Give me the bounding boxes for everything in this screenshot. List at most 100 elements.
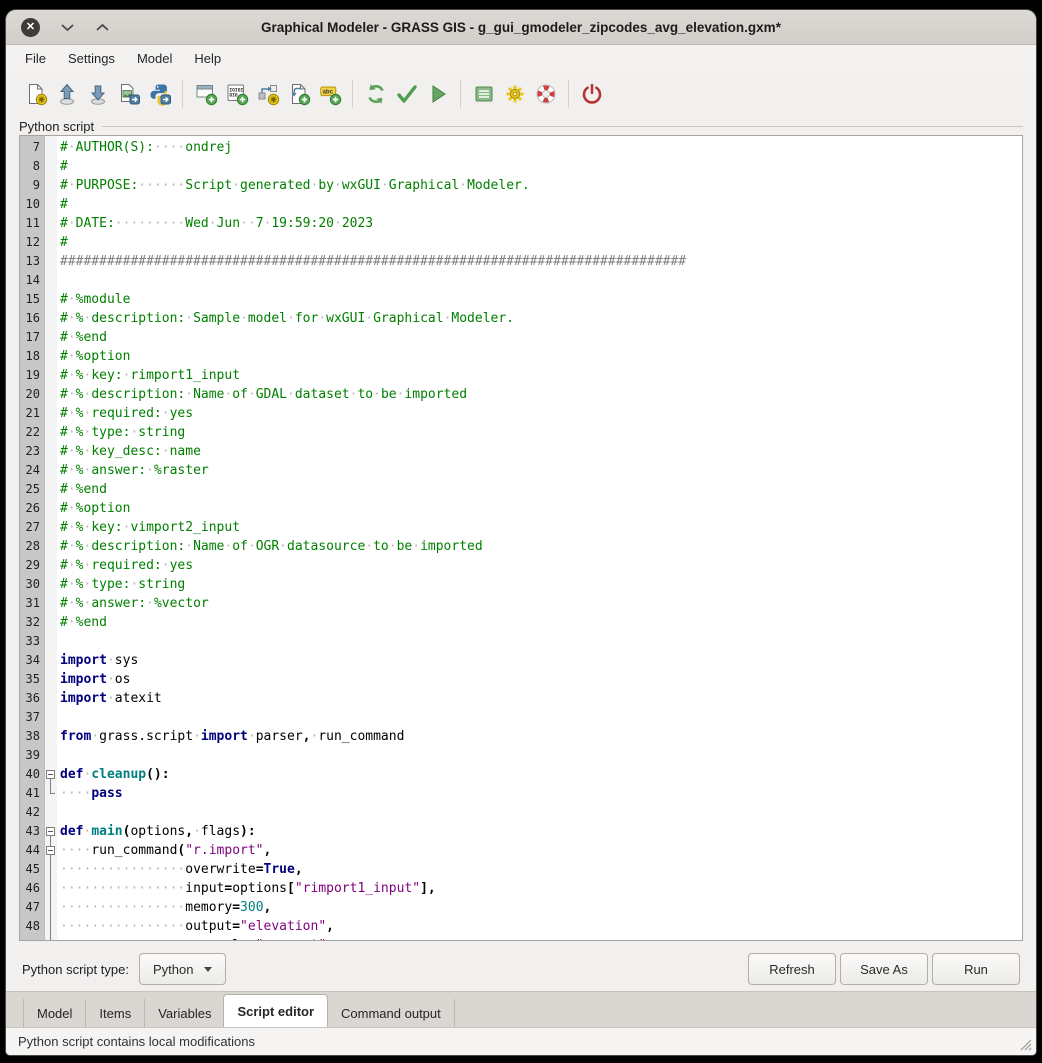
menu-file[interactable]: File [14,47,57,70]
run-button[interactable]: Run [932,953,1020,985]
notebook-tabs: ModelItemsVariablesScript editorCommand … [6,991,1036,1027]
code-text[interactable] [57,271,60,290]
code-text[interactable]: #·%module [57,290,130,309]
add-loop-button[interactable] [283,79,314,110]
fold-margin [44,347,57,366]
chevron-down-icon [60,23,75,32]
code-text[interactable] [57,803,60,822]
script-editor[interactable]: 7#·AUTHOR(S):····ondrej8#9#·PURPOSE:····… [19,135,1023,941]
tab-variables[interactable]: Variables [144,999,224,1027]
line-number: 36 [20,689,44,708]
code-row: 17 #·%end [20,328,1022,347]
code-row: 15#·%module [20,290,1022,309]
code-text[interactable]: #·%·type:·string [57,423,185,442]
validate-button[interactable] [391,79,422,110]
code-text[interactable]: #·%option [57,347,130,366]
menu-model[interactable]: Model [126,47,183,70]
code-text[interactable]: ················output="elevation", [57,917,334,936]
code-text[interactable]: # [57,157,68,176]
code-row: 33 [20,632,1022,651]
code-text[interactable]: #·%·answer:·%vector [57,594,209,613]
code-text[interactable]: #·%·key:·vimport2_input [57,518,240,537]
code-text[interactable]: #·%·description:·Sample·model·for·wxGUI·… [57,309,514,328]
tab-items[interactable]: Items [85,999,144,1027]
code-text[interactable]: import·atexit [57,689,162,708]
fold-margin [44,594,57,613]
line-number: 35 [20,670,44,689]
code-text[interactable]: ····pass [57,784,123,803]
code-text[interactable]: #·%·key_desc:·name [57,442,201,461]
toolbar: IOIOIOIO abc [6,71,1036,117]
code-text[interactable]: import·os [57,670,130,689]
code-text[interactable]: #·%·required:·yes [57,556,193,575]
code-text[interactable]: #·%·description:·Name·of·OGR·datasource·… [57,537,483,556]
code-text[interactable]: # [57,195,68,214]
maximize-button[interactable] [95,23,110,32]
settings-button[interactable] [499,79,530,110]
code-text[interactable]: def·cleanup(): [57,765,170,784]
code-text[interactable]: def·main(options,·flags): [57,822,256,841]
code-text[interactable]: import·sys [57,651,138,670]
code-text[interactable]: #·%end [57,613,107,632]
code-text[interactable]: #·PURPOSE:······Script·generated·by·wxGU… [57,176,530,195]
add-data-button[interactable]: IOIOIOIO [221,79,252,110]
help-button[interactable] [530,79,561,110]
redraw-button[interactable] [360,79,391,110]
new-model-button[interactable] [20,79,51,110]
code-text[interactable]: ················overwrite=True, [57,860,303,879]
code-text[interactable]: #·DATE:·········Wed·Jun··7·19:59:20·2023 [57,214,373,233]
resize-grip[interactable] [1018,1037,1033,1052]
code-text[interactable]: ················resample="nearest" [57,936,326,941]
code-text[interactable] [57,632,60,651]
code-text[interactable]: #·%·answer:·%raster [57,461,209,480]
line-number: 13 [20,252,44,271]
code-text[interactable]: ················memory=300, [57,898,271,917]
menu-settings[interactable]: Settings [57,47,126,70]
fold-toggle-icon[interactable] [46,827,55,836]
add-comment-button[interactable]: abc [314,79,345,110]
refresh-button[interactable]: Refresh [748,953,836,985]
code-text[interactable]: from·grass.script·import·parser,·run_com… [57,727,404,746]
tab-command-output[interactable]: Command output [328,999,455,1027]
code-text[interactable]: #·AUTHOR(S):····ondrej [57,138,232,157]
code-text[interactable] [57,746,60,765]
export-image-button[interactable] [113,79,144,110]
code-text[interactable]: #·%option [57,499,130,518]
code-text[interactable]: ########################################… [57,252,686,271]
line-number: 44 [20,841,44,860]
tab-model[interactable]: Model [23,999,85,1027]
menu-help[interactable]: Help [183,47,232,70]
export-python-button[interactable] [144,79,175,110]
code-text[interactable]: ················input=options["rimport1_… [57,879,436,898]
fold-toggle-icon[interactable] [46,770,55,779]
new-model-icon [24,82,48,106]
quit-icon [580,82,604,106]
code-row: 31#·%·answer:·%vector [20,594,1022,613]
code-text[interactable]: # [57,233,68,252]
load-model-button[interactable] [51,79,82,110]
code-text[interactable]: #·%·description:·Name·of·GDAL·dataset·to… [57,385,467,404]
line-number: 26 [20,499,44,518]
fold-toggle-icon[interactable] [46,846,55,855]
save-as-button[interactable]: Save As [840,953,928,985]
fold-margin [44,366,57,385]
code-text[interactable] [57,708,60,727]
code-text[interactable]: ····run_command("r.import", [57,841,271,860]
add-relation-button[interactable] [252,79,283,110]
minimize-button[interactable] [60,23,75,32]
code-row: 44 ····run_command("r.import", [20,841,1022,860]
tab-script-editor[interactable]: Script editor [223,994,328,1027]
line-number: 17 [20,328,44,347]
add-command-button[interactable] [190,79,221,110]
close-button[interactable]: ✕ [21,18,40,37]
code-text[interactable]: #·%end [57,480,107,499]
code-text[interactable]: #·%end [57,328,107,347]
variables-button[interactable] [468,79,499,110]
save-model-button[interactable] [82,79,113,110]
code-text[interactable]: #·%·required:·yes [57,404,193,423]
code-text[interactable]: #·%·type:·string [57,575,185,594]
run-button[interactable] [422,79,453,110]
script-type-dropdown[interactable]: Python [139,953,226,985]
quit-button[interactable] [576,79,607,110]
code-text[interactable]: #·%·key:·rimport1_input [57,366,240,385]
